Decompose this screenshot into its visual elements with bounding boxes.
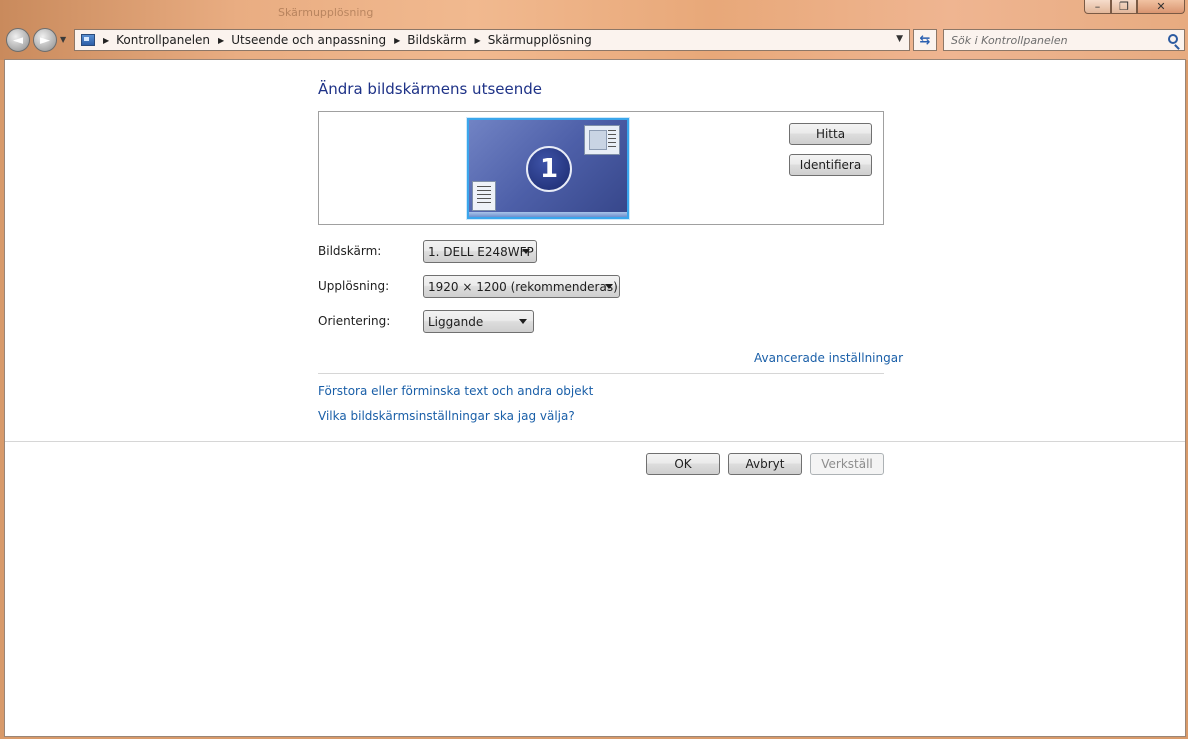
chevron-down-icon: ▼ [60,35,67,44]
forward-arrow-icon: ► [40,32,50,48]
page-title: Ändra bildskärmens utseende [318,80,542,98]
footer-divider [5,441,1185,442]
restore-icon: ❐ [1119,0,1129,13]
address-history-dropdown-icon[interactable]: ▼ [896,34,903,44]
breadcrumb-item-appearance[interactable]: Utseende och anpassning [231,33,386,47]
back-button[interactable]: ◄ [6,28,30,52]
breadcrumb-arrow-icon[interactable]: ▶ [103,36,109,45]
breadcrumb-item-control-panel[interactable]: Kontrollpanelen [116,33,210,47]
forward-button[interactable]: ► [33,28,57,52]
back-arrow-icon: ◄ [13,32,23,48]
monitor-arrangement-panel: 1 Hitta Identifiera [318,111,884,225]
display-label: Bildskärm: [318,244,382,258]
window-title: Skärmupplösning [278,6,374,19]
advanced-settings-link[interactable]: Avancerade inställningar [754,351,903,365]
refresh-button[interactable]: ⇆ [913,29,937,51]
divider [318,373,884,374]
display-settings-help-link[interactable]: Vilka bildskärmsinställningar ska jag vä… [318,409,575,423]
control-panel-icon [81,34,95,46]
breadcrumb-arrow-icon[interactable]: ▶ [475,36,481,45]
breadcrumb-item-display[interactable]: Bildskärm [407,33,466,47]
display-select[interactable]: 1. DELL E248WFP [423,240,537,263]
display-select-value: 1. DELL E248WFP [428,244,534,259]
cancel-button[interactable]: Avbryt [728,453,802,475]
chevron-down-icon [605,284,613,289]
resolution-select-value: 1920 × 1200 (rekommenderas) [428,279,618,294]
window-preview-icon [584,125,620,155]
chevron-down-icon [519,319,527,324]
minimize-button[interactable]: – [1084,0,1111,14]
breadcrumb-arrow-icon[interactable]: ▶ [394,36,400,45]
text-size-link[interactable]: Förstora eller förminska text och andra … [318,384,593,398]
document-preview-icon [472,181,496,211]
recent-pages-dropdown[interactable]: ▼ [60,35,66,44]
apply-button[interactable]: Verkställ [810,453,884,475]
monitor-number-badge: 1 [526,146,572,192]
identify-button[interactable]: Identifiera [789,154,872,176]
search-input[interactable] [944,30,1154,50]
close-button[interactable]: ✕ [1137,0,1185,14]
taskbar-preview [469,212,627,217]
search-box[interactable] [943,29,1185,51]
maximize-button[interactable]: ❐ [1111,0,1137,14]
orientation-label: Orientering: [318,314,391,328]
content-area: Ändra bildskärmens utseende 1 Hitta Iden… [4,59,1186,737]
minimize-icon: – [1094,0,1101,13]
orientation-select[interactable]: Liggande [423,310,534,333]
refresh-icon: ⇆ [919,32,931,48]
monitor-1-thumbnail[interactable]: 1 [467,118,629,219]
breadcrumb-item-screen-resolution[interactable]: Skärmupplösning [488,33,592,47]
address-bar[interactable]: ▶ Kontrollpanelen ▶ Utseende och anpassn… [74,29,910,51]
resolution-select[interactable]: 1920 × 1200 (rekommenderas) [423,275,620,298]
resolution-label: Upplösning: [318,279,390,293]
orientation-select-value: Liggande [428,314,484,329]
chevron-down-icon [522,249,530,254]
search-icon[interactable] [1168,34,1178,44]
breadcrumb-arrow-icon[interactable]: ▶ [218,36,224,45]
ok-button[interactable]: OK [646,453,720,475]
close-icon: ✕ [1156,0,1166,13]
detect-button[interactable]: Hitta [789,123,872,145]
